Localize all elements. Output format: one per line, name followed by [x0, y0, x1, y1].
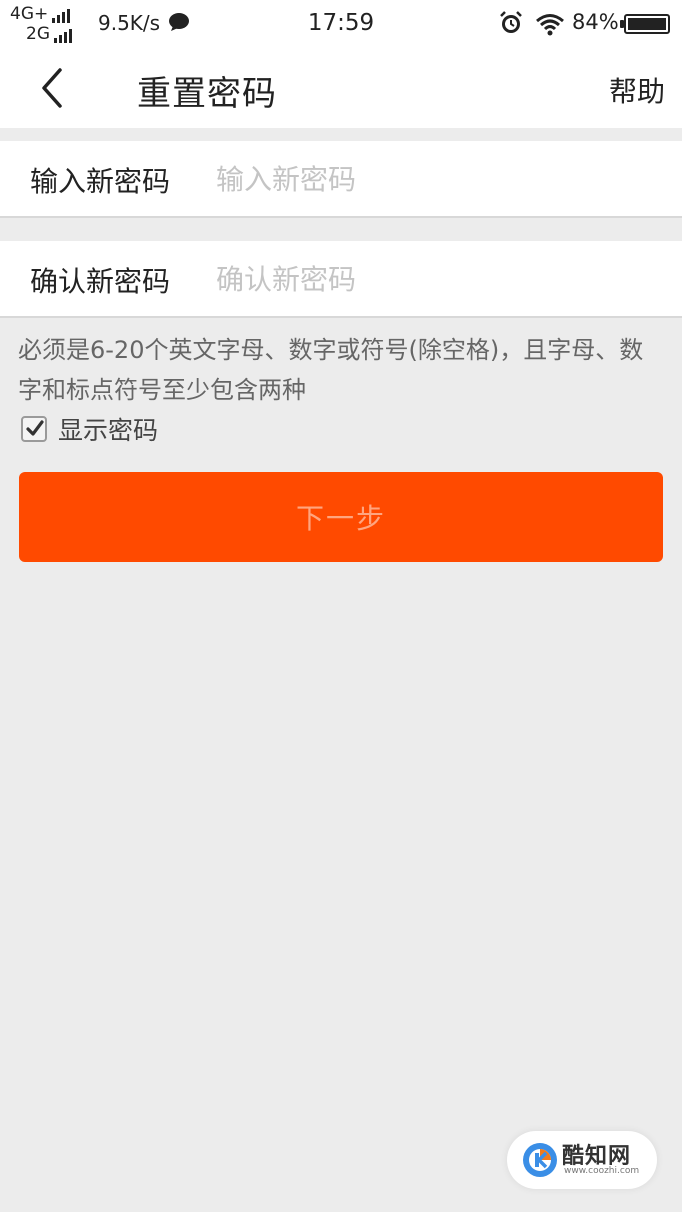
confirm-password-input[interactable] — [216, 253, 656, 305]
show-password-toggle[interactable]: 显示密码 — [21, 412, 158, 446]
back-button[interactable] — [30, 64, 78, 112]
confirm-password-label: 确认新密码 — [30, 265, 171, 298]
confirm-password-row: 确认新密码 — [0, 241, 682, 318]
battery-icon — [620, 14, 670, 34]
app-header: 重置密码 帮助 — [0, 48, 682, 128]
show-password-label: 显示密码 — [58, 416, 159, 445]
new-password-label: 输入新密码 — [30, 165, 171, 198]
new-password-row: 输入新密码 — [0, 141, 682, 218]
next-step-button[interactable]: 下一步 — [19, 472, 663, 562]
chevron-left-icon — [42, 68, 62, 108]
checkmark-icon — [26, 420, 44, 436]
coozhi-logo-icon — [523, 1143, 557, 1177]
help-link[interactable]: 帮助 — [609, 70, 665, 110]
battery-percentage: 84% — [572, 10, 619, 34]
next-step-label: 下一步 — [295, 503, 386, 534]
alarm-icon — [500, 11, 522, 33]
status-bar: 4G+ 2G 9.5K/s 17:59 84% — [0, 0, 682, 48]
site-watermark: 酷知网 www.coozhi.com — [507, 1131, 657, 1189]
wifi-icon — [536, 14, 564, 36]
password-rule-hint: 必须是6-20个英文字母、数字或符号(除空格)，且字母、数字和标点符号至少包含两… — [18, 336, 644, 404]
new-password-input[interactable] — [216, 153, 656, 205]
watermark-url: www.coozhi.com — [564, 1166, 640, 1176]
page-title: 重置密码 — [137, 74, 277, 114]
show-password-checkbox[interactable] — [21, 416, 47, 442]
